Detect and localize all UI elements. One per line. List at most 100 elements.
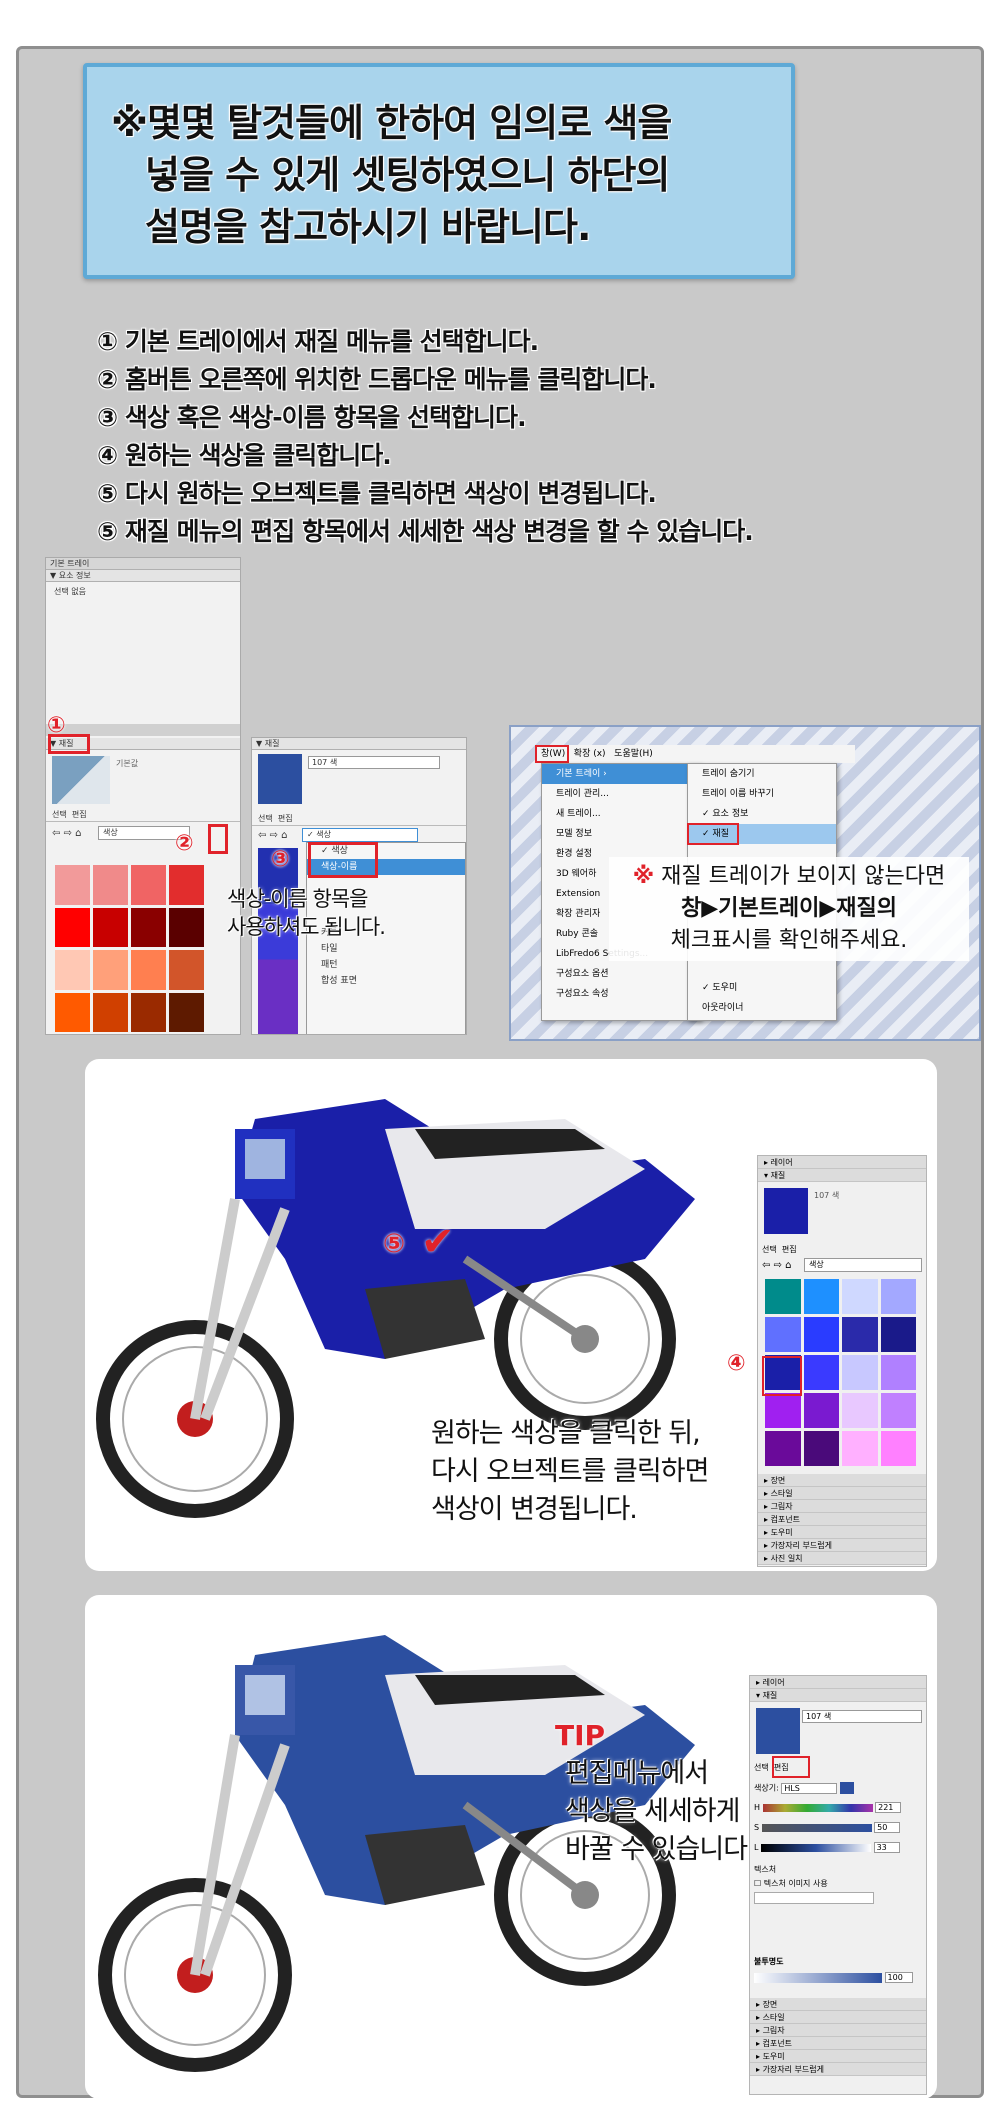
side2-bottom: ▸ 장면 ▸ 스타일 ▸ 그림자 ▸ 컴포넌트 ▸ 도우미 ▸ 가장자리 부드럽…	[750, 1998, 926, 2076]
tab-edit[interactable]: 편집	[72, 810, 87, 819]
window-item-11[interactable]: 구성요소 속성	[542, 984, 700, 1004]
color-swatch[interactable]	[842, 1355, 878, 1390]
color-swatch[interactable]	[803, 1355, 839, 1390]
side1-tab-select[interactable]: 선택	[762, 1245, 777, 1254]
side2-h-value[interactable]: 221	[875, 1802, 902, 1813]
side2-opacity-slider[interactable]	[754, 1972, 882, 1983]
color-swatch[interactable]	[93, 992, 128, 1032]
notice-line-3: 설명을 참고하시기 바랍니다.	[145, 205, 591, 249]
color-swatch[interactable]	[880, 1393, 916, 1428]
window-item-3[interactable]: 모델 정보	[542, 824, 700, 844]
menu-item-extra-2[interactable]: 타일	[307, 941, 465, 957]
color-swatch[interactable]	[880, 1317, 916, 1352]
color-swatch[interactable]	[765, 1279, 801, 1314]
side2-name-field[interactable]: 107 색	[802, 1710, 922, 1723]
side2-item-6[interactable]: ▸ 가장자리 부드럽게	[750, 2063, 926, 2076]
side1-item-4[interactable]: ▸ 컴포넌트	[758, 1513, 926, 1526]
nav-icons[interactable]: ⇦ ⇨ ⌂	[52, 828, 81, 839]
collection-dropdown-2[interactable]: ✓ 색상	[302, 828, 418, 842]
color-swatch[interactable]	[93, 950, 128, 990]
side2-color-chip[interactable]	[839, 1782, 854, 1794]
color-swatch[interactable]	[55, 992, 90, 1032]
color-swatch[interactable]	[765, 1317, 801, 1352]
submenu-item-5[interactable]: ✓ 도우미	[688, 978, 836, 998]
color-swatch[interactable]	[55, 950, 90, 990]
color-swatch[interactable]	[765, 1431, 801, 1466]
side2-item-1[interactable]: ▸ 장면	[750, 1998, 926, 2011]
menu-item-extra-4[interactable]: 합성 표면	[307, 973, 465, 989]
color-swatch[interactable]	[880, 1279, 916, 1314]
color-swatch[interactable]	[803, 1317, 839, 1352]
color-swatch[interactable]	[131, 992, 166, 1032]
side2-item-3[interactable]: ▸ 그림자	[750, 2024, 926, 2037]
side1-materials[interactable]: ▾ 재질	[758, 1169, 926, 1182]
side1-dropdown[interactable]: 색상	[804, 1258, 922, 1272]
material-name-field[interactable]: 107 색	[308, 756, 440, 769]
side1-layers[interactable]: ▸ 레이어	[758, 1156, 926, 1169]
side1-item-2[interactable]: ▸ 스타일	[758, 1487, 926, 1500]
color-swatch[interactable]	[169, 865, 204, 905]
side2-item-5[interactable]: ▸ 도우미	[750, 2050, 926, 2063]
tab-select[interactable]: 선택	[52, 810, 67, 819]
side1-item-6[interactable]: ▸ 가장자리 부드럽게	[758, 1539, 926, 1552]
side2-materials[interactable]: ▾ 재질	[750, 1689, 926, 1702]
color-swatch[interactable]	[880, 1431, 916, 1466]
color-swatch[interactable]	[93, 907, 128, 947]
menu-item-extra-3[interactable]: 패턴	[307, 957, 465, 973]
window-item-10[interactable]: 구성요소 옵션	[542, 964, 700, 984]
color-swatch[interactable]	[131, 865, 166, 905]
menubar-extensions[interactable]: 확장 (x)	[574, 749, 606, 759]
color-swatch[interactable]	[131, 907, 166, 947]
color-swatch[interactable]	[55, 865, 90, 905]
color-swatch[interactable]	[803, 1393, 839, 1428]
menubar-help[interactable]: 도움말(H)	[614, 749, 653, 759]
tab-select-2[interactable]: 선택	[258, 814, 273, 823]
submenu-item-3[interactable]: ✓ 요소 정보	[688, 804, 836, 824]
tab-edit-2[interactable]: 편집	[278, 814, 293, 823]
side2-picker-select[interactable]: HLS	[781, 1782, 838, 1794]
submenu-item-3-label: 요소 정보	[712, 809, 749, 819]
color-swatch[interactable]	[880, 1355, 916, 1390]
side2-s-value[interactable]: 50	[874, 1822, 901, 1833]
side2-texture-path[interactable]	[754, 1892, 874, 1904]
side1-item-5[interactable]: ▸ 도우미	[758, 1526, 926, 1539]
color-swatch[interactable]	[803, 1279, 839, 1314]
color-swatch[interactable]	[803, 1431, 839, 1466]
side2-use-texture[interactable]: ☐ 텍스처 이미지 사용	[754, 1878, 828, 1889]
nav-icons-2[interactable]: ⇦ ⇨ ⌂	[258, 830, 287, 841]
side1-item-3[interactable]: ▸ 그림자	[758, 1500, 926, 1513]
submenu-item-2[interactable]: 트레이 이름 바꾸기	[688, 784, 836, 804]
color-swatch[interactable]	[169, 907, 204, 947]
window-item-2[interactable]: 새 트레이...	[542, 804, 700, 824]
side1-item-1[interactable]: ▸ 장면	[758, 1474, 926, 1487]
side2-h-slider[interactable]	[762, 1803, 873, 1812]
side2-tab-select[interactable]: 선택	[754, 1763, 769, 1772]
window-item-default-tray[interactable]: 기본 트레이 ›	[542, 764, 700, 784]
color-swatch[interactable]	[55, 907, 90, 947]
side1-tab-edit[interactable]: 편집	[782, 1245, 797, 1254]
note-line-3: 체크표시를 확인해주세요.	[670, 928, 908, 953]
side2-item-4[interactable]: ▸ 컴포넌트	[750, 2037, 926, 2050]
panel2-caption-line-2: 사용하셔도 됩니다.	[227, 915, 386, 939]
color-swatch[interactable]	[131, 950, 166, 990]
color-swatch[interactable]	[765, 1393, 801, 1428]
submenu-item-1[interactable]: 트레이 숨기기	[688, 764, 836, 784]
color-swatch[interactable]	[842, 1279, 878, 1314]
color-swatch[interactable]	[169, 992, 204, 1032]
badge-2: ②	[175, 831, 194, 856]
side2-item-2[interactable]: ▸ 스타일	[750, 2011, 926, 2024]
color-swatch[interactable]	[842, 1431, 878, 1466]
submenu-item-6[interactable]: 아웃라이너	[688, 998, 836, 1018]
side2-s-slider[interactable]	[761, 1823, 872, 1832]
color-swatch[interactable]	[169, 950, 204, 990]
side2-l-slider[interactable]	[761, 1843, 872, 1852]
window-item-1[interactable]: 트레이 관리...	[542, 784, 700, 804]
side1-nav[interactable]: ⇦ ⇨ ⌂	[762, 1260, 791, 1271]
color-swatch[interactable]	[842, 1393, 878, 1428]
side2-l-value[interactable]: 33	[873, 1842, 900, 1853]
side2-layers[interactable]: ▸ 레이어	[750, 1676, 926, 1689]
side2-opacity-value[interactable]: 100	[884, 1972, 913, 1983]
color-swatch[interactable]	[842, 1317, 878, 1352]
color-swatch[interactable]	[93, 865, 128, 905]
side1-item-7[interactable]: ▸ 사진 일치	[758, 1552, 926, 1565]
